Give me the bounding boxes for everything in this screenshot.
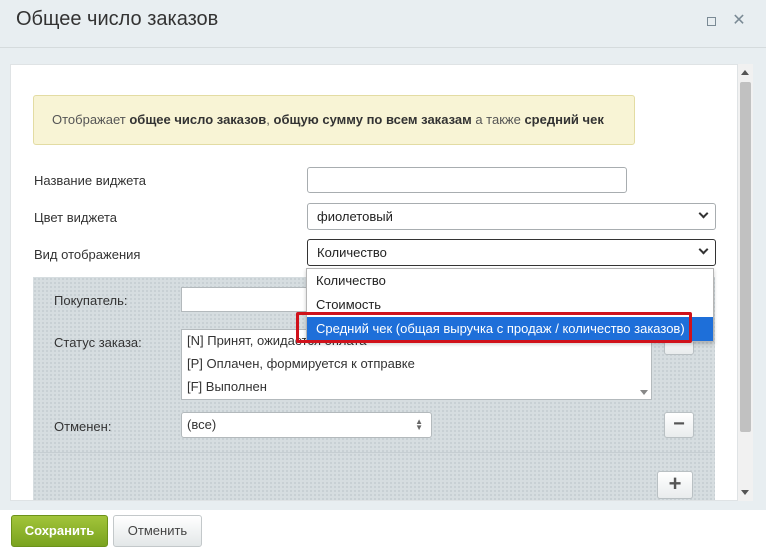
info-text-prefix: Отображает (52, 112, 130, 127)
chevron-down-icon (698, 208, 709, 219)
widget-color-value: фиолетовый (317, 209, 393, 224)
buyer-label: Покупатель: (54, 293, 128, 308)
chevron-down-icon (698, 244, 709, 255)
info-notice: Отображает общее число заказов, общую су… (33, 95, 635, 145)
info-text-bold-2: общую сумму по всем заказам (273, 112, 472, 127)
dialog-titlebar: Общее число заказов ✕ (0, 0, 766, 48)
scrollbar-thumb[interactable] (740, 82, 751, 432)
list-item[interactable]: [P] Оплачен, формируется к отправке (182, 353, 651, 376)
widget-color-select[interactable]: фиолетовый (307, 203, 716, 230)
scroll-down-icon[interactable] (741, 490, 749, 495)
info-text-sep: , (266, 112, 274, 127)
dialog-title: Общее число заказов (16, 8, 219, 30)
scroll-down-icon[interactable] (640, 390, 648, 395)
canceled-label: Отменен: (54, 419, 112, 434)
scroll-up-icon[interactable] (741, 70, 749, 75)
dialog-footer: Сохранить Отменить (0, 510, 766, 559)
buyer-input[interactable] (181, 287, 321, 312)
canceled-select[interactable]: (все) ▲ ▼ (181, 412, 432, 438)
add-filter-button[interactable]: + (657, 471, 693, 499)
divider (33, 452, 715, 453)
info-text-bold-1: общее число заказов (129, 112, 267, 127)
updown-arrows-icon: ▲ ▼ (415, 417, 423, 432)
info-text-bold-3: средний чек (524, 112, 604, 127)
widget-color-label: Цвет виджета (34, 210, 118, 225)
display-mode-select[interactable]: Количество (307, 239, 716, 266)
order-status-label: Статус заказа: (54, 335, 142, 350)
list-item[interactable]: [F] Выполнен (182, 376, 651, 399)
canceled-value: (все) (187, 417, 217, 432)
close-icon[interactable]: ✕ (730, 12, 748, 30)
display-mode-label: Вид отображения (34, 247, 141, 262)
save-button[interactable]: Сохранить (11, 515, 108, 547)
dropdown-option-quantity[interactable]: Количество (307, 269, 713, 293)
info-text-mid: а также (471, 112, 525, 127)
display-mode-value: Количество (317, 245, 387, 260)
widget-name-input[interactable] (307, 167, 627, 193)
widget-name-label: Название виджета (34, 173, 146, 188)
cancel-button[interactable]: Отменить (113, 515, 202, 547)
remove-canceled-filter-button[interactable]: − (664, 412, 694, 438)
maximize-icon[interactable] (702, 12, 720, 30)
highlight-annotation (296, 312, 692, 343)
panel-scrollbar[interactable] (738, 64, 753, 501)
